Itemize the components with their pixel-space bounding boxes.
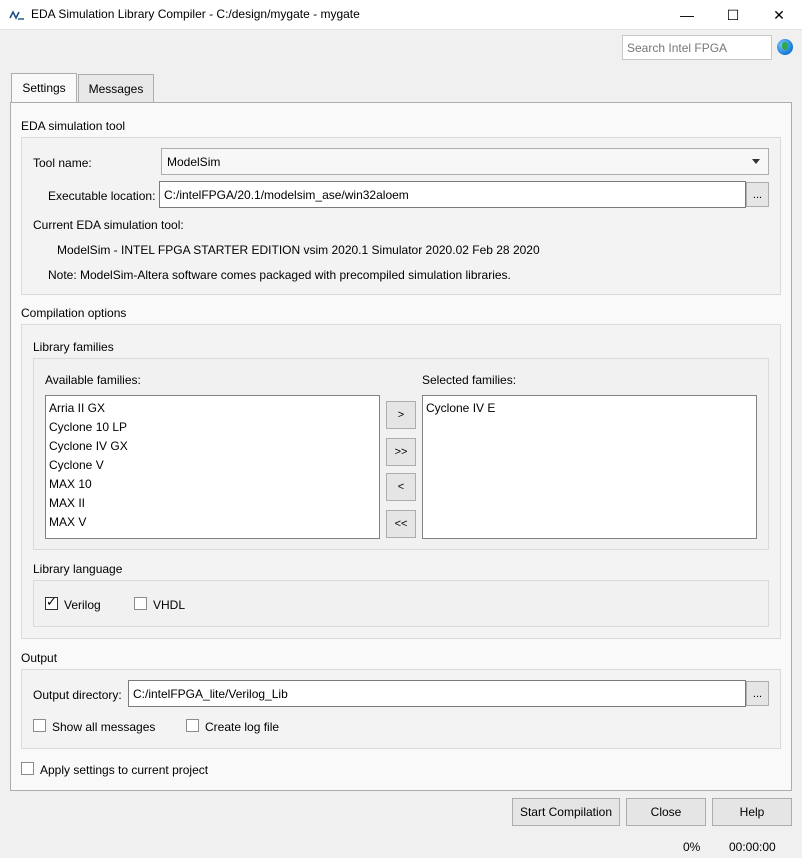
start-compilation-button[interactable]: Start Compilation	[512, 798, 620, 826]
elapsed-time: 00:00:00	[729, 840, 776, 854]
precompiled-note: Note: ModelSim-Altera software comes pac…	[48, 268, 511, 282]
add-all-label: >>	[394, 446, 408, 458]
help-button[interactable]: Help	[712, 798, 792, 826]
list-item[interactable]: Cyclone V	[49, 456, 376, 475]
verilog-label: Verilog	[64, 598, 101, 612]
output-dir-label: Output directory:	[33, 688, 122, 702]
list-item[interactable]: Cyclone IV E	[426, 399, 753, 418]
title-bar: EDA Simulation Library Compiler - C:/des…	[0, 0, 802, 30]
globe-icon[interactable]	[777, 39, 793, 55]
vhdl-label: VHDL	[153, 598, 186, 612]
list-item[interactable]: Cyclone IV GX	[49, 437, 376, 456]
remove-all-label: <<	[394, 518, 408, 530]
library-language-title: Library language	[33, 562, 123, 576]
list-item[interactable]: MAX II	[49, 494, 376, 513]
available-families-label: Available families:	[45, 373, 141, 387]
list-item[interactable]: MAX 10	[49, 475, 376, 494]
output-dir-input[interactable]: C:/intelFPGA_lite/Verilog_Lib	[128, 680, 746, 707]
close-label: Close	[650, 805, 682, 819]
show-all-messages-label: Show all messages	[52, 720, 156, 734]
apply-settings-checkbox[interactable]	[21, 762, 34, 775]
exe-location-value: C:/intelFPGA/20.1/modelsim_ase/win32aloe…	[164, 187, 409, 202]
remove-family-button[interactable]: <	[386, 473, 416, 501]
close-window-button[interactable]: ✕	[756, 0, 802, 30]
search-input[interactable]	[622, 35, 772, 60]
output-dir-value: C:/intelFPGA_lite/Verilog_Lib	[133, 686, 288, 701]
vhdl-checkbox[interactable]	[134, 597, 147, 610]
tool-name-select[interactable]: ModelSim	[161, 148, 769, 175]
current-tool-value: ModelSim - INTEL FPGA STARTER EDITION vs…	[57, 243, 540, 257]
tool-name-value: ModelSim	[167, 154, 221, 169]
browse-label: ...	[752, 687, 763, 700]
maximize-icon: ☐	[726, 6, 740, 23]
close-button[interactable]: Close	[626, 798, 706, 826]
verilog-checkbox[interactable]	[45, 594, 58, 610]
progress-text: 0%	[683, 840, 701, 854]
chevron-down-icon	[752, 159, 760, 164]
create-log-checkbox[interactable]	[186, 719, 199, 732]
apply-settings-label: Apply settings to current project	[40, 763, 209, 777]
help-label: Help	[739, 805, 765, 819]
list-item[interactable]: Arria II GX	[49, 399, 376, 418]
exe-location-input[interactable]: C:/intelFPGA/20.1/modelsim_ase/win32aloe…	[159, 181, 746, 208]
show-all-messages-checkbox[interactable]	[33, 719, 46, 732]
tool-name-label: Tool name:	[33, 156, 92, 170]
output-browse-button[interactable]: ...	[746, 681, 769, 706]
tab-settings[interactable]: Settings	[11, 73, 77, 102]
list-item[interactable]: MAX V	[49, 513, 376, 532]
selected-families-list[interactable]: Cyclone IV E	[422, 395, 757, 539]
maximize-button[interactable]: ☐	[710, 0, 756, 30]
exe-location-label: Executable location:	[48, 189, 156, 203]
eda-section-title: EDA simulation tool	[21, 119, 126, 133]
tab-label: Messages	[88, 81, 144, 96]
create-log-label: Create log file	[205, 720, 280, 734]
library-families-title: Library families	[33, 340, 114, 354]
current-tool-label: Current EDA simulation tool:	[33, 218, 184, 232]
start-label: Start Compilation	[519, 805, 613, 819]
list-item[interactable]: Cyclone 10 LP	[49, 418, 376, 437]
tab-messages[interactable]: Messages	[78, 74, 154, 102]
tab-label: Settings	[22, 81, 66, 95]
exe-browse-button[interactable]: ...	[746, 182, 769, 207]
selected-families-label: Selected families:	[422, 373, 517, 387]
add-family-button[interactable]: >	[386, 401, 416, 429]
compilation-section-title: Compilation options	[21, 306, 127, 320]
window-title: EDA Simulation Library Compiler - C:/des…	[31, 7, 360, 21]
available-families-list[interactable]: Arria II GX Cyclone 10 LP Cyclone IV GX …	[45, 395, 380, 539]
app-icon	[9, 10, 24, 20]
browse-label: ...	[752, 188, 763, 201]
minimize-button[interactable]: —	[664, 0, 710, 30]
minimize-icon: —	[680, 7, 694, 23]
close-icon: ✕	[773, 6, 785, 23]
output-section-title: Output	[21, 651, 58, 665]
add-all-families-button[interactable]: >>	[386, 438, 416, 466]
remove-label: <	[397, 481, 405, 493]
add-label: >	[397, 409, 405, 421]
remove-all-families-button[interactable]: <<	[386, 510, 416, 538]
